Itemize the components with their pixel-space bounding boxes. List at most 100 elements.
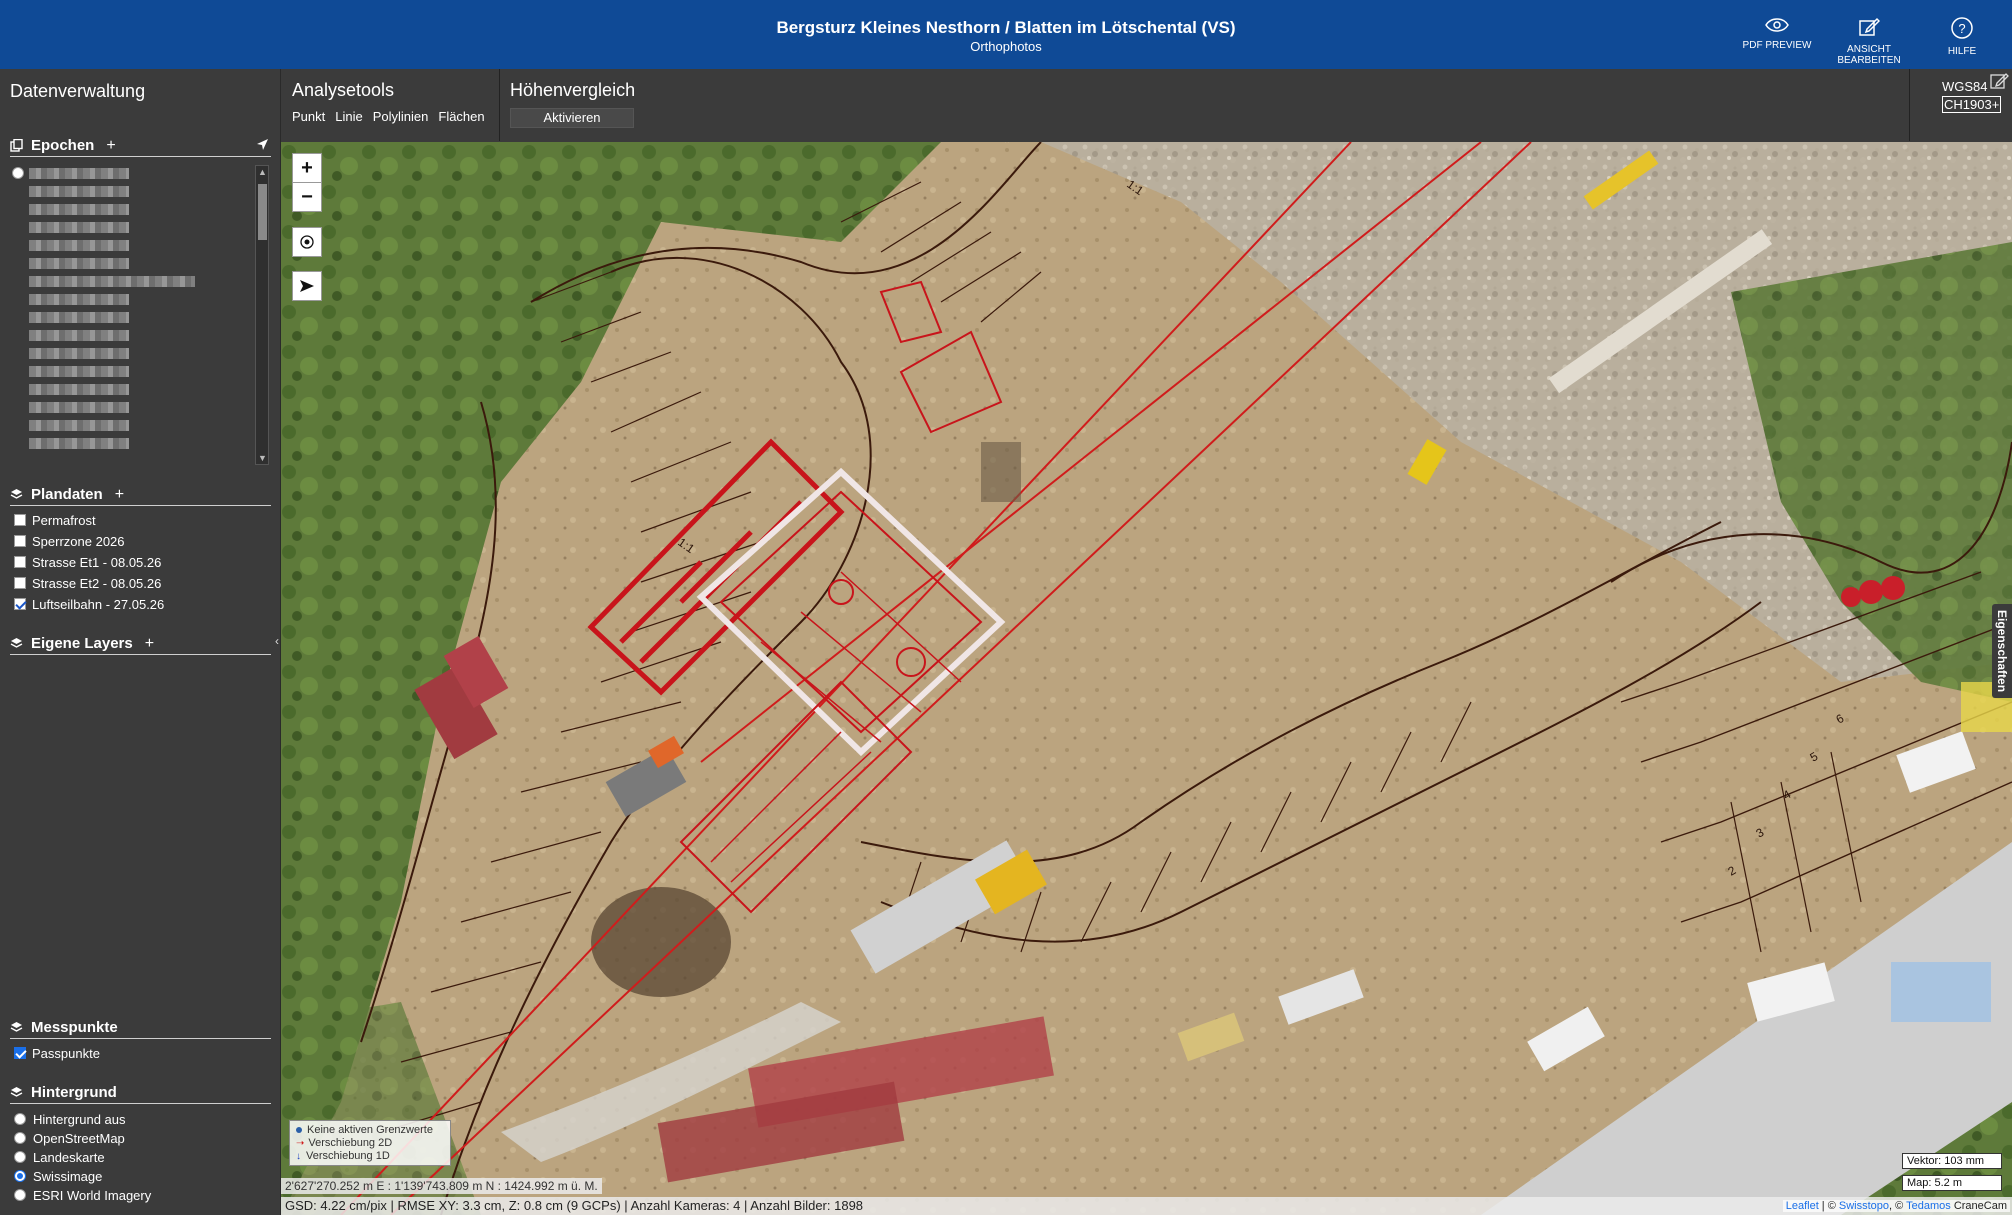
sidebar: Datenverwaltung Epochen + ▲ ▼ Plandaten …: [0, 69, 281, 1215]
toolbar-divider: [1909, 69, 1910, 141]
status-text: GSD: 4.22 cm/pix | RMSE XY: 3.3 cm, Z: 0…: [285, 1198, 864, 1213]
height-compare-title: Höhenvergleich: [510, 80, 636, 100]
expand-toolbar-icon[interactable]: ⌃: [1000, 142, 1014, 150]
analysis-tools-list: Punkt Linie Polylinien Flächen: [292, 109, 485, 124]
epochs-label: Epochen: [31, 137, 95, 154]
sidebar-title: Datenverwaltung: [10, 81, 146, 101]
pdf-preview-label: PDF PREVIEW: [1742, 40, 1812, 51]
activate-button[interactable]: Aktivieren: [510, 108, 634, 128]
zoom-in-button[interactable]: +: [292, 153, 322, 183]
help-icon: ?: [1951, 17, 1973, 39]
legend-item: Keine aktiven Grenzwerte: [296, 1124, 444, 1137]
background-option-landeskarte[interactable]: Landeskarte: [14, 1148, 105, 1166]
plandata-header: Plandaten +: [10, 484, 271, 506]
add-epoch-button[interactable]: +: [106, 137, 115, 155]
background-option-none[interactable]: Hintergrund aus: [14, 1110, 126, 1128]
plandata-item-strasse-et2[interactable]: Strasse Et2 - 08.05.26: [14, 574, 161, 592]
checkbox[interactable]: [14, 556, 26, 568]
plandata-item-label: Permafrost: [32, 512, 96, 528]
background-option-osm[interactable]: OpenStreetMap: [14, 1129, 125, 1147]
checkbox-checked[interactable]: [14, 598, 26, 610]
legend-item: ➝ Verschiebung 2D: [296, 1137, 444, 1150]
checkbox[interactable]: [14, 577, 26, 589]
epoch-scrollbar[interactable]: ▲ ▼: [255, 165, 269, 465]
cranecam-label: CraneCam: [1953, 1200, 2007, 1212]
messpunkte-item-label: Passpunkte: [32, 1045, 100, 1061]
height-compare-group: Höhenvergleich Aktivieren: [499, 69, 699, 141]
tool-point[interactable]: Punkt: [292, 109, 325, 124]
crs-wgs84[interactable]: WGS84: [1942, 79, 1988, 94]
background-header: Hintergrund: [10, 1082, 271, 1104]
layers-icon: [10, 1086, 23, 1099]
add-plandata-button[interactable]: +: [115, 486, 124, 504]
radio[interactable]: [14, 1113, 26, 1125]
tool-area[interactable]: Flächen: [438, 109, 484, 124]
radio[interactable]: [14, 1132, 26, 1144]
background-option-esri[interactable]: ESRI World Imagery: [14, 1186, 151, 1204]
add-layer-button[interactable]: +: [145, 635, 154, 653]
background-option-label: Swissimage: [33, 1168, 103, 1184]
tedamos-link[interactable]: Tedamos: [1906, 1200, 1951, 1212]
background-option-label: ESRI World Imagery: [33, 1187, 152, 1203]
tool-polyline[interactable]: Polylinien: [373, 109, 429, 124]
checkbox[interactable]: [14, 535, 26, 547]
zoom-out-button[interactable]: −: [292, 182, 322, 212]
navigate-icon[interactable]: [256, 138, 269, 155]
app-header: Bergsturz Kleines Nesthorn / Blatten im …: [0, 0, 2012, 69]
scale-vector: Vektor: 103 mm: [1902, 1153, 2002, 1169]
help-button[interactable]: ? HILFE: [1944, 16, 1980, 57]
checkbox-checked[interactable]: [14, 1047, 26, 1059]
messpunkte-item-passpunkte[interactable]: Passpunkte: [14, 1044, 100, 1062]
background-option-swissimage[interactable]: Swissimage: [14, 1167, 102, 1185]
list-item[interactable]: [12, 165, 132, 181]
plandata-label: Plandaten: [31, 486, 103, 503]
pdf-preview-button[interactable]: PDF PREVIEW: [1741, 16, 1813, 51]
plandata-item-label: Luftseilbahn - 27.05.26: [32, 596, 165, 612]
plandata-item-strasse-et1[interactable]: Strasse Et1 - 08.05.26: [14, 553, 161, 571]
scale-map: Map: 5.2 m: [1902, 1175, 2002, 1191]
svg-text:?: ?: [1958, 21, 1965, 36]
messpunkte-label: Messpunkte: [31, 1019, 118, 1036]
own-layers-header: Eigene Layers +: [10, 633, 271, 655]
tool-line[interactable]: Linie: [335, 109, 362, 124]
background-label: Hintergrund: [31, 1084, 117, 1101]
target-icon: [300, 235, 314, 249]
plandata-item-label: Strasse Et2 - 08.05.26: [32, 575, 162, 591]
scroll-up-icon[interactable]: ▲: [257, 166, 268, 178]
legend-label: Verschiebung 2D: [308, 1137, 393, 1149]
map-legend: Keine aktiven Grenzwerte ➝ Verschiebung 2…: [289, 1120, 451, 1166]
epoch-radio[interactable]: [12, 167, 24, 179]
epoch-list[interactable]: [12, 165, 270, 465]
epochs-header: Epochen +: [10, 135, 271, 157]
edit-crs-icon[interactable]: [1990, 71, 2010, 96]
swisstopo-link[interactable]: Swisstopo: [1839, 1200, 1889, 1212]
analysis-tools-group: Analysetools Punkt Linie Polylinien Fläc…: [281, 69, 500, 141]
scroll-thumb[interactable]: [258, 184, 267, 240]
scroll-down-icon[interactable]: ▼: [257, 452, 268, 464]
leaflet-link[interactable]: Leaflet: [1786, 1200, 1819, 1212]
eye-icon: [1765, 18, 1789, 32]
own-layers-label: Eigene Layers: [31, 635, 133, 652]
plandata-item-luftseilbahn[interactable]: Luftseilbahn - 27.05.26: [14, 595, 164, 613]
help-label: HILFE: [1947, 46, 1977, 57]
radio-selected[interactable]: [14, 1170, 26, 1182]
checkbox[interactable]: [14, 514, 26, 526]
edit-view-label: ANSICHT BEARBEITEN: [1837, 44, 1901, 66]
dot-icon: [296, 1127, 302, 1133]
messpunkte-header: Messpunkte: [10, 1017, 271, 1039]
crs-ch1903[interactable]: CH1903+: [1942, 96, 2002, 113]
properties-tab[interactable]: Eigenschaften: [1992, 604, 2012, 698]
plandata-item-sperrzone[interactable]: Sperrzone 2026: [14, 532, 125, 550]
navigate-button[interactable]: [292, 271, 322, 301]
plandata-item-permafrost[interactable]: Permafrost: [14, 511, 96, 529]
collapse-sidebar-icon[interactable]: ‹: [275, 634, 279, 648]
edit-view-button[interactable]: ANSICHT BEARBEITEN: [1817, 16, 1921, 66]
layers-copy-icon: [10, 138, 23, 152]
layers-icon: [10, 1021, 23, 1034]
map-view[interactable]: 1:1 1:1 6 5 4 3 2 ⌃ + − Keine aktiven Gr…: [281, 142, 2012, 1215]
page-subtitle: Orthophotos: [970, 39, 1042, 54]
page-title: Bergsturz Kleines Nesthorn / Blatten im …: [776, 18, 1236, 37]
locate-button[interactable]: [292, 227, 322, 257]
radio[interactable]: [14, 1189, 26, 1201]
radio[interactable]: [14, 1151, 26, 1163]
